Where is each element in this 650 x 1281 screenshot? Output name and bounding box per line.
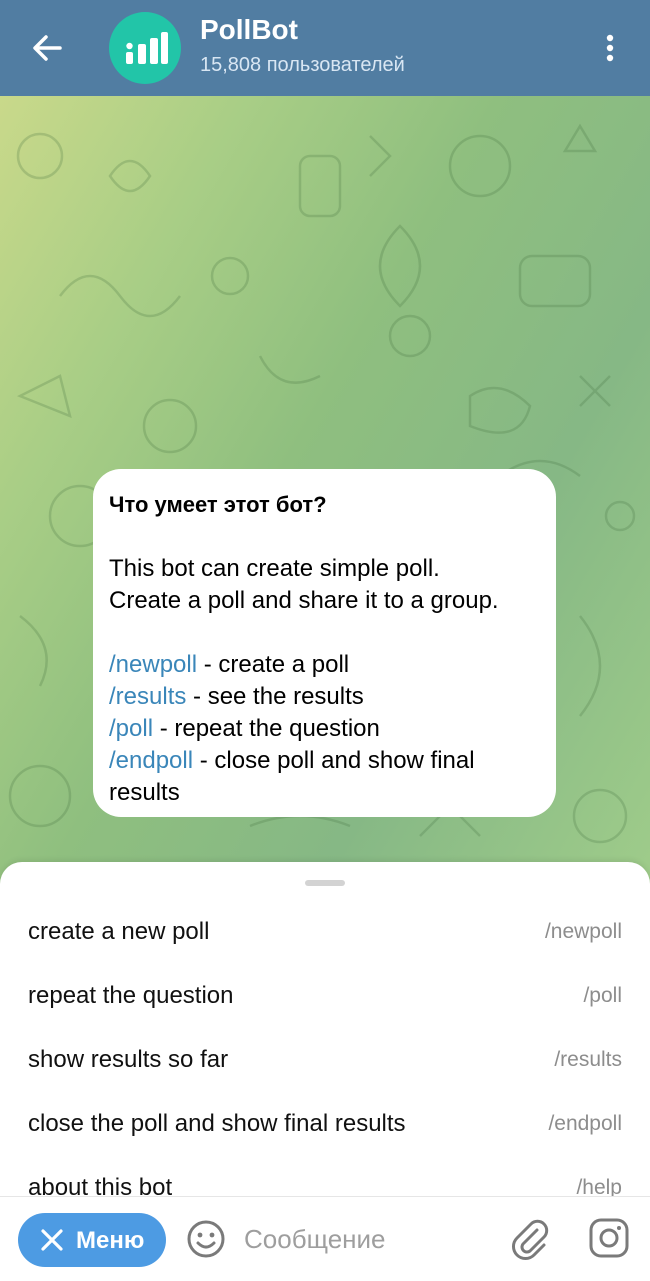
command-name: /endpoll bbox=[548, 1112, 622, 1135]
more-options-button[interactable] bbox=[590, 26, 630, 70]
command-name: /help bbox=[576, 1176, 622, 1196]
bar-chart-icon bbox=[126, 32, 168, 64]
command-link-endpoll[interactable]: /endpoll bbox=[109, 747, 193, 774]
command-item-newpoll[interactable]: create a new poll /newpoll bbox=[0, 904, 650, 968]
chat-title[interactable]: PollBot bbox=[200, 14, 298, 46]
command-text: - create a poll bbox=[197, 651, 350, 678]
sheet-drag-handle[interactable] bbox=[305, 880, 345, 886]
attach-button[interactable] bbox=[506, 1215, 554, 1263]
back-button[interactable] bbox=[26, 26, 70, 70]
menu-label: Меню bbox=[76, 1227, 145, 1254]
bot-commands-sheet: create a new poll /newpoll repeat the qu… bbox=[0, 862, 650, 1196]
command-description: repeat the question bbox=[28, 982, 234, 1009]
command-item-help[interactable]: about this bot /help bbox=[0, 1160, 650, 1196]
emoji-button[interactable] bbox=[184, 1217, 228, 1261]
command-description: close the poll and show final results bbox=[28, 1110, 406, 1137]
chat-header: PollBot 15,808 пользователей bbox=[0, 0, 650, 96]
command-line-poll: /poll - repeat the question bbox=[109, 713, 540, 745]
message-heading: Что умеет этот бот? bbox=[109, 492, 327, 517]
paperclip-icon bbox=[512, 1219, 549, 1260]
command-line-newpoll: /newpoll - create a poll bbox=[109, 649, 540, 681]
bot-avatar[interactable] bbox=[109, 12, 181, 84]
command-description: create a new poll bbox=[28, 918, 210, 945]
command-description: about this bot bbox=[28, 1174, 173, 1196]
command-description: show results so far bbox=[28, 1046, 229, 1073]
member-count: 15,808 пользователей bbox=[200, 54, 405, 76]
command-item-results[interactable]: show results so far /results bbox=[0, 1032, 650, 1096]
message-line: This bot can create simple poll. bbox=[109, 555, 440, 582]
instagram-camera-icon bbox=[589, 1218, 629, 1258]
bot-description-message: Что умеет этот бот? This bot can create … bbox=[93, 469, 556, 817]
close-icon bbox=[41, 1229, 63, 1251]
command-link-results[interactable]: /results bbox=[109, 683, 186, 710]
message-input-bar: Меню bbox=[0, 1196, 650, 1281]
smile-icon bbox=[187, 1220, 225, 1258]
command-name: /poll bbox=[583, 984, 622, 1007]
camera-button[interactable] bbox=[586, 1215, 632, 1261]
arrow-left-icon bbox=[33, 35, 62, 61]
command-name: /newpoll bbox=[544, 920, 622, 943]
command-link-poll[interactable]: /poll bbox=[109, 715, 153, 742]
message-line: Create a poll and share it to a group. bbox=[109, 587, 499, 614]
command-line-results: /results - see the results bbox=[109, 681, 540, 713]
message-input[interactable] bbox=[244, 1217, 484, 1261]
command-item-endpoll[interactable]: close the poll and show final results /e… bbox=[0, 1096, 650, 1160]
command-name: /results bbox=[554, 1048, 622, 1071]
more-vertical-icon bbox=[606, 34, 614, 62]
command-item-poll[interactable]: repeat the question /poll bbox=[0, 968, 650, 1032]
command-line-endpoll: /endpoll - close poll and show final res… bbox=[109, 745, 540, 809]
menu-button[interactable]: Меню bbox=[18, 1213, 166, 1267]
command-link-newpoll[interactable]: /newpoll bbox=[109, 651, 197, 678]
command-text: - see the results bbox=[186, 683, 364, 710]
command-text: - repeat the question bbox=[153, 715, 380, 742]
